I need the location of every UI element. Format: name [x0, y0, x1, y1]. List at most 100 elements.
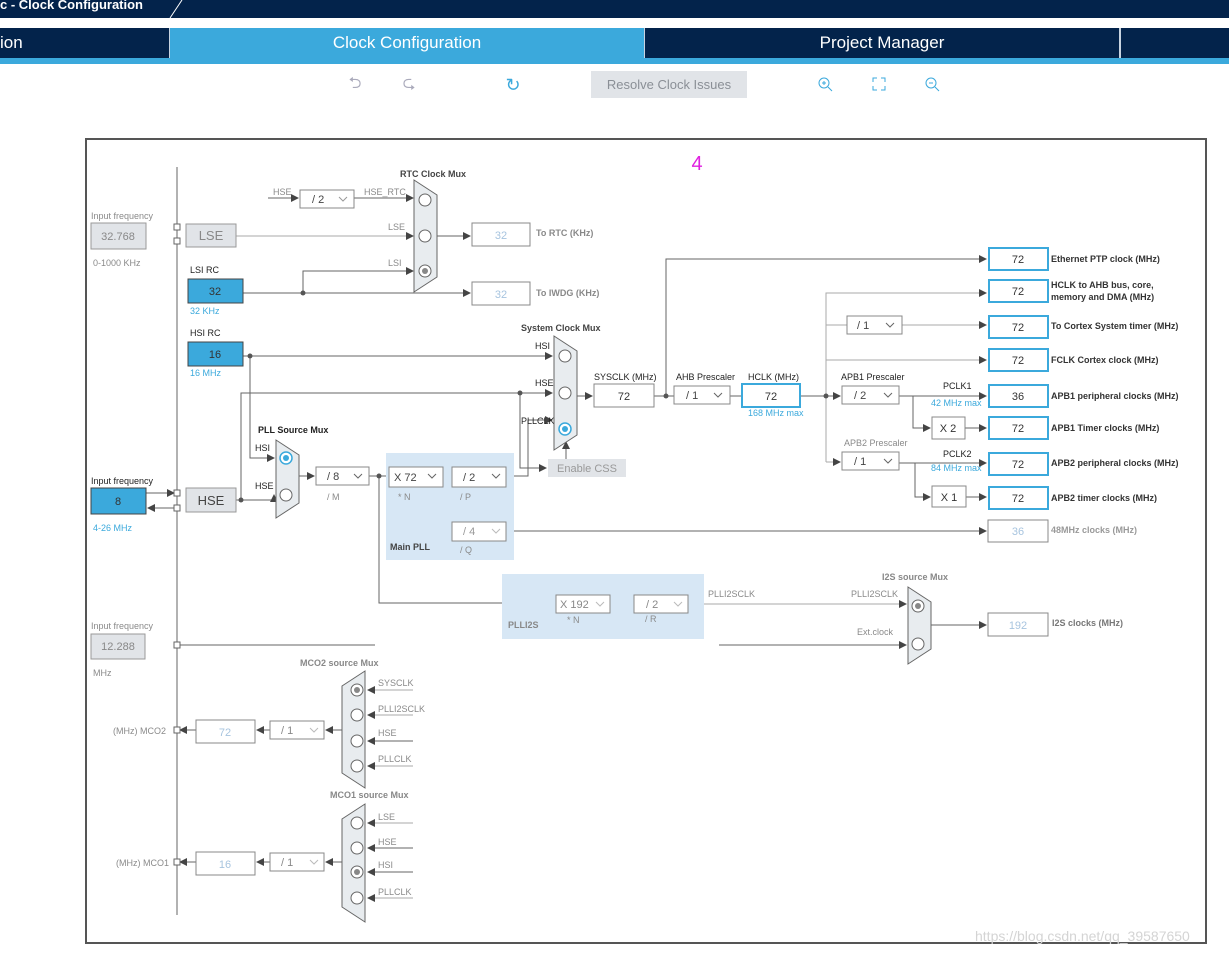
- pllmux-radio-hsi[interactable]: [279, 451, 293, 465]
- i2s-source-mux: [907, 586, 932, 665]
- mco1-radio-lse[interactable]: [350, 816, 364, 830]
- mco2-input-label: PLLI2SCLK: [378, 704, 425, 714]
- svg-text:/ 2: / 2: [312, 194, 324, 206]
- lsi-value: 32: [187, 278, 244, 304]
- pll-n-label: * N: [398, 492, 411, 502]
- svg-text:32.768: 32.768: [101, 231, 135, 243]
- pll-m-dropdown[interactable]: / 8: [315, 466, 370, 486]
- sysmux-radio-hsi[interactable]: [558, 349, 572, 363]
- watermark: https://blog.csdn.net/qq_39587650: [975, 928, 1190, 944]
- svg-text:Ethernet PTP clock (MHz): Ethernet PTP clock (MHz): [1051, 254, 1160, 264]
- lse-input-label: Input frequency: [91, 211, 154, 221]
- plli2s-r-label: / R: [645, 614, 657, 624]
- i2s-radio-ext[interactable]: [911, 637, 925, 651]
- output-fclk[interactable]: 72 FCLK Cortex clock (MHz): [988, 348, 1159, 372]
- iwdg-output-label: To IWDG (KHz): [536, 288, 599, 298]
- pll-q-label: / Q: [460, 545, 472, 555]
- svg-text:APB2 timer clocks (MHz): APB2 timer clocks (MHz): [1051, 493, 1157, 503]
- lse-frequency-input[interactable]: 32.768: [90, 222, 147, 250]
- plli2s-r-dropdown[interactable]: / 2: [633, 594, 689, 614]
- svg-text:APB1 Timer clocks (MHz): APB1 Timer clocks (MHz): [1051, 423, 1159, 433]
- plli2s-n-dropdown[interactable]: X 192: [555, 594, 611, 614]
- rtc-hse-label: HSE: [273, 187, 292, 197]
- output-cortex-timer[interactable]: 72 To Cortex System timer (MHz): [988, 315, 1178, 339]
- output-hclk-ahb[interactable]: 72 HCLK to AHB bus, core, memory and DMA (…: [988, 279, 1154, 303]
- svg-text:192: 192: [1009, 620, 1027, 632]
- apb1-timer-multiplier: X 2: [931, 416, 966, 440]
- apb1-prescaler-dropdown[interactable]: / 2: [841, 385, 900, 405]
- rtc-radio-lse[interactable]: [418, 229, 432, 243]
- mco1-input-label: LSE: [378, 812, 395, 822]
- svg-text:X 2: X 2: [940, 423, 957, 435]
- svg-text:Enable CSS: Enable CSS: [557, 463, 617, 475]
- output-48mhz: 36 48MHz clocks (MHz): [987, 519, 1137, 543]
- pllmux-radio-hse[interactable]: [279, 488, 293, 502]
- hse-block: HSE: [185, 487, 237, 513]
- i2s-output-label: I2S clocks (MHz): [1052, 618, 1123, 628]
- ext-input-label: Input frequency: [91, 621, 154, 631]
- mco1-output: 16: [195, 851, 256, 876]
- svg-text:72: 72: [1012, 459, 1024, 471]
- cortex-timer-divider-dropdown[interactable]: / 1: [846, 315, 903, 335]
- output-apb2-timer[interactable]: 72 APB2 timer clocks (MHz): [988, 486, 1157, 510]
- mco1-divider-dropdown[interactable]: / 1: [269, 852, 325, 872]
- svg-text:X 1: X 1: [941, 492, 958, 504]
- svg-text:X 192: X 192: [560, 599, 589, 611]
- svg-text:72: 72: [618, 391, 630, 403]
- mco1-radio-hse[interactable]: [350, 841, 364, 855]
- hse-rtc-label: HSE_RTC: [364, 187, 406, 197]
- mco2-output: 72: [195, 719, 256, 744]
- hclk-max: 168 MHz max: [748, 408, 804, 418]
- svg-text:To Cortex System timer (MHz): To Cortex System timer (MHz): [1051, 321, 1178, 331]
- i2s-radio-plli2sclk[interactable]: [911, 599, 925, 613]
- hse-frequency-input[interactable]: 8: [90, 487, 147, 515]
- pll-q-dropdown[interactable]: / 4: [451, 521, 507, 542]
- svg-text:48MHz clocks (MHz): 48MHz clocks (MHz): [1051, 525, 1137, 535]
- apb2-timer-multiplier: X 1: [931, 485, 967, 508]
- ext-frequency-input[interactable]: 12.288: [90, 633, 146, 660]
- enable-css-button[interactable]: Enable CSS: [548, 459, 626, 477]
- mco2-radio-plli2sclk[interactable]: [350, 708, 364, 722]
- sysmux-pllclk-label: PLLCLK: [521, 416, 555, 426]
- pclk2-max: 84 MHz max: [931, 463, 982, 473]
- connection-lines: [146, 194, 987, 902]
- apb2-prescaler-dropdown[interactable]: / 1: [841, 451, 900, 471]
- svg-text:32: 32: [495, 230, 507, 242]
- svg-text:X 72: X 72: [394, 472, 417, 484]
- ext-unit: MHz: [93, 668, 112, 678]
- ahb-prescaler-dropdown[interactable]: / 1: [673, 385, 731, 405]
- mco1-radio-pllclk[interactable]: [350, 891, 364, 905]
- rtc-hse-divider-dropdown[interactable]: / 2: [299, 189, 355, 209]
- sysmux-radio-hse[interactable]: [558, 386, 572, 400]
- svg-text:/ 2: / 2: [646, 599, 658, 611]
- svg-text:memory and DMA (MHz): memory and DMA (MHz): [1051, 292, 1154, 302]
- plli2s-n-label: * N: [567, 615, 580, 625]
- output-ethernet-ptp[interactable]: 72 Ethernet PTP clock (MHz): [988, 247, 1160, 271]
- mco1-input-label: HSE: [378, 837, 397, 847]
- pll-n-dropdown[interactable]: X 72: [388, 466, 444, 488]
- svg-text:16: 16: [219, 859, 231, 871]
- pll-p-dropdown[interactable]: / 2: [451, 466, 507, 488]
- mco2-radio-pllclk[interactable]: [350, 759, 364, 773]
- pclk1-max: 42 MHz max: [931, 398, 982, 408]
- mco2-label: (MHz) MCO2: [113, 726, 166, 736]
- output-apb1-peripheral[interactable]: 36 APB1 peripheral clocks (MHz): [988, 384, 1179, 408]
- mco2-radio-sysclk[interactable]: [350, 683, 364, 697]
- output-apb1-timer[interactable]: 72 APB1 Timer clocks (MHz): [988, 416, 1159, 440]
- svg-text:36: 36: [1012, 526, 1024, 538]
- svg-text:/ 4: / 4: [463, 526, 475, 538]
- mco2-radio-hse[interactable]: [350, 734, 364, 748]
- system-clock-mux-title: System Clock Mux: [521, 323, 601, 333]
- output-apb2-peripheral[interactable]: 72 APB2 peripheral clocks (MHz): [988, 452, 1179, 476]
- rtc-radio-lsi[interactable]: [418, 264, 432, 278]
- svg-text:72: 72: [1012, 286, 1024, 298]
- sysmux-hse-label: HSE: [535, 378, 554, 388]
- rtc-radio-hse[interactable]: [418, 193, 432, 207]
- pll-source-mux-title: PLL Source Mux: [258, 425, 328, 435]
- mco1-radio-hsi[interactable]: [350, 865, 364, 879]
- mco2-divider-dropdown[interactable]: / 1: [269, 720, 325, 740]
- hclk-input[interactable]: 72: [741, 383, 801, 408]
- ahb-prescaler-label: AHB Prescaler: [676, 372, 735, 382]
- sysmux-radio-pllclk[interactable]: [558, 422, 572, 436]
- svg-text:72: 72: [765, 391, 777, 403]
